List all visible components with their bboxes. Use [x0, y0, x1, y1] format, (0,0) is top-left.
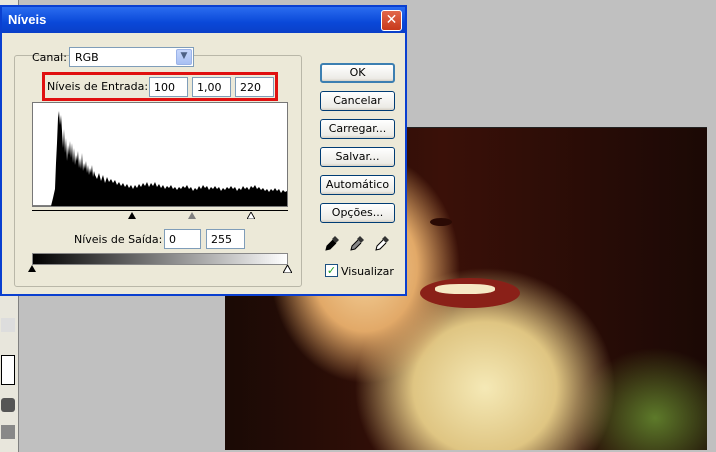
close-icon[interactable]: ✕ [381, 10, 402, 31]
output-black-slider-handle[interactable] [28, 265, 36, 272]
input-white-field[interactable]: 220 [235, 77, 274, 97]
output-white-field[interactable]: 255 [206, 229, 245, 249]
ok-button[interactable]: OK [320, 63, 395, 83]
color-swatch[interactable] [1, 355, 15, 385]
image-eye-right [430, 218, 452, 226]
auto-button[interactable]: Automático [320, 175, 395, 195]
screen-mode-icon[interactable] [1, 425, 15, 439]
input-levels-slider [32, 210, 288, 211]
dialog-title: Níveis [8, 12, 47, 27]
channel-select[interactable]: RGB ▼ [69, 47, 194, 67]
channel-label: Canal: [32, 51, 67, 64]
options-button[interactable]: Opções... [320, 203, 395, 223]
dialog-titlebar[interactable]: Níveis ✕ [2, 7, 405, 33]
image-teeth [435, 284, 495, 294]
output-levels-label: Níveis de Saída: [74, 233, 163, 246]
output-white-slider-handle[interactable] [283, 265, 292, 273]
output-levels-gradient [32, 253, 288, 265]
cancel-button[interactable]: Cancelar [320, 91, 395, 111]
output-black-field[interactable]: 0 [164, 229, 201, 249]
save-button[interactable]: Salvar... [320, 147, 395, 167]
input-black-field[interactable]: 100 [149, 77, 188, 97]
histogram [32, 102, 288, 207]
white-eyedropper-icon[interactable] [374, 235, 390, 253]
black-eyedropper-icon[interactable] [324, 235, 340, 253]
gray-eyedropper-icon[interactable] [349, 235, 365, 253]
input-black-slider-handle[interactable] [128, 212, 136, 219]
input-levels-label: Níveis de Entrada: [47, 80, 149, 93]
channel-value: RGB [75, 51, 99, 64]
input-gamma-field[interactable]: 1,00 [192, 77, 231, 97]
input-white-slider-handle[interactable] [247, 212, 255, 219]
quick-mask-icon[interactable] [1, 398, 15, 412]
input-gamma-slider-handle[interactable] [188, 212, 196, 219]
zoom-tool-icon[interactable] [1, 318, 15, 332]
preview-checkbox[interactable]: ✓ [325, 264, 338, 277]
load-button[interactable]: Carregar... [320, 119, 395, 139]
preview-label: Visualizar [341, 265, 394, 278]
levels-dialog: Níveis ✕ Canal: RGB ▼ Níveis de Entrada:… [0, 5, 407, 296]
chevron-down-icon[interactable]: ▼ [176, 49, 192, 65]
